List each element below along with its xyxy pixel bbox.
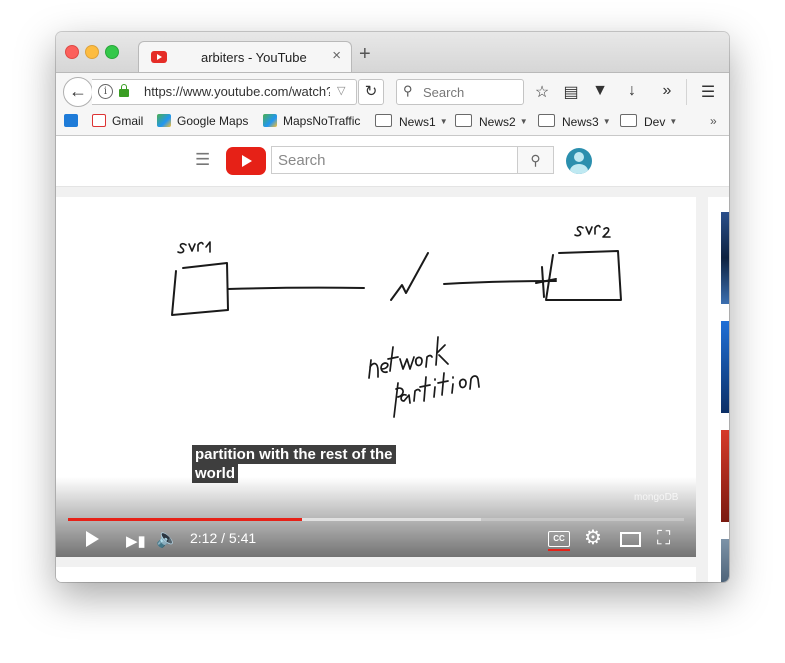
youtube-search-placeholder: Search [278, 152, 326, 169]
bookmark-label: MapsNoTraffic [283, 114, 361, 128]
bookmark-label: Dev [644, 115, 666, 129]
related-video-thumbnail[interactable] [721, 212, 729, 304]
partition-squiggle [390, 252, 429, 301]
chevron-down-icon: ▼ [519, 117, 528, 126]
browser-search-box[interactable]: ⚲ Search [396, 79, 524, 105]
app-icon [64, 114, 78, 127]
toolbar-divider [686, 79, 687, 105]
label-network-strokes [368, 336, 449, 379]
mongodb-watermark: mongoDB [634, 492, 679, 503]
bookmark-google-maps[interactable]: Google Maps [157, 114, 248, 128]
browser-window: arbiters - YouTube × + ← i https://www.y… [56, 32, 729, 582]
overflow-chevron-icon[interactable]: » [657, 82, 677, 100]
video-player[interactable]: partition with the rest of the world mon… [56, 197, 696, 557]
play-icon[interactable] [86, 531, 99, 547]
bookmark-label: Google Maps [177, 114, 249, 128]
bookmark-label: News3 [562, 115, 599, 129]
youtube-favicon-icon [151, 51, 167, 63]
info-icon[interactable]: i [98, 84, 113, 99]
related-video-thumbnail[interactable] [721, 539, 729, 582]
menu-icon[interactable]: ☰ [698, 82, 718, 102]
download-icon[interactable]: ↓ [622, 82, 642, 100]
guide-menu-icon[interactable]: ☰ [195, 150, 210, 170]
bookmark-label: Gmail [112, 114, 144, 128]
youtube-masthead: ☰ Search ⚲ [56, 136, 729, 187]
related-video-thumbnail[interactable] [721, 321, 729, 413]
related-videos-sidebar [708, 197, 729, 582]
reload-button[interactable]: ↻ [358, 79, 384, 105]
bookmark-folder-news3[interactable]: News3 ▼ [538, 114, 611, 129]
server-box-left [171, 262, 229, 316]
label-svr1-strokes [177, 241, 211, 254]
zoom-window-button[interactable] [105, 45, 119, 59]
lock-icon [119, 84, 129, 97]
back-button[interactable]: ← [63, 77, 93, 107]
bookmark-folder-news2[interactable]: News2 ▼ [455, 114, 528, 129]
theater-mode-icon[interactable] [620, 532, 641, 547]
closed-captions-icon[interactable]: CC [548, 531, 570, 547]
fullscreen-icon[interactable]: ⛶ [657, 528, 670, 550]
bookmark-folder-dev[interactable]: Dev ▼ [620, 114, 677, 129]
url-dropdown-icon[interactable]: ▽ [337, 84, 345, 97]
caption-line: partition with the rest of the [192, 445, 396, 464]
maps-icon [263, 114, 277, 127]
bookmark-mapsnotraffic[interactable]: MapsNoTraffic [263, 114, 360, 128]
server-box-right [545, 250, 622, 301]
tab-strip: arbiters - YouTube × + [56, 32, 729, 74]
subtitle-caption: partition with the rest of the world [192, 445, 396, 483]
bookmark-app-icon[interactable] [64, 114, 84, 128]
youtube-search-input[interactable]: Search [271, 146, 518, 174]
url-text[interactable]: https://www.youtube.com/watch? [144, 84, 330, 99]
tab-close-icon[interactable]: × [332, 47, 341, 64]
reading-list-icon[interactable]: ▤ [561, 82, 581, 102]
next-video-icon[interactable]: ▶▮ [126, 532, 146, 550]
label-partition-strokes [393, 372, 480, 418]
progress-bar[interactable] [68, 518, 684, 521]
bookmark-label: News1 [399, 115, 436, 129]
bookmark-folder-news1[interactable]: News1 ▼ [375, 114, 448, 129]
minimize-window-button[interactable] [85, 45, 99, 59]
bookmark-gmail[interactable]: Gmail [92, 114, 143, 128]
search-engine-icon[interactable]: ⚲ [403, 83, 413, 99]
folder-icon [620, 114, 637, 127]
folder-icon [538, 114, 555, 127]
chevron-down-icon: ▼ [439, 117, 448, 126]
captions-active-indicator [548, 549, 570, 551]
new-tab-button[interactable]: + [359, 43, 371, 66]
volume-icon[interactable]: 🔈 [156, 528, 178, 549]
time-display: 2:12 / 5:41 [190, 530, 257, 546]
caption-line: world [192, 464, 238, 483]
close-window-button[interactable] [65, 45, 79, 59]
url-bar[interactable]: i https://www.youtube.com/watch? ▽ [92, 79, 357, 105]
tab-youtube[interactable]: arbiters - YouTube × [138, 41, 352, 74]
search-icon[interactable]: ⚲ [518, 146, 554, 174]
folder-icon [455, 114, 472, 127]
label-svr2-strokes [574, 224, 611, 238]
browser-search-placeholder: Search [423, 85, 465, 100]
chevron-down-icon: ▼ [602, 117, 611, 126]
bookmark-star-icon[interactable]: ☆ [532, 82, 552, 102]
maps-icon [157, 114, 171, 127]
chevron-down-icon: ▼ [669, 117, 678, 126]
bookmarks-toolbar: Gmail Google Maps MapsNoTraffic News1 ▼ N… [56, 110, 729, 136]
gmail-icon [92, 114, 106, 127]
below-player-area [56, 567, 696, 582]
related-video-thumbnail[interactable] [721, 430, 729, 522]
youtube-logo[interactable] [226, 147, 266, 175]
bookmarks-overflow-icon[interactable]: » [710, 114, 717, 128]
pocket-icon[interactable]: ▼ [590, 82, 610, 100]
folder-icon [375, 114, 392, 127]
navigation-toolbar: ← i https://www.youtube.com/watch? ▽ ↻ ⚲… [56, 72, 729, 111]
bookmark-label: News2 [479, 115, 516, 129]
avatar[interactable] [566, 148, 592, 174]
tab-title: arbiters - YouTube [201, 50, 307, 65]
link-line-left [227, 286, 365, 290]
progress-played [68, 518, 303, 521]
gear-icon[interactable]: ⚙ [584, 525, 602, 550]
